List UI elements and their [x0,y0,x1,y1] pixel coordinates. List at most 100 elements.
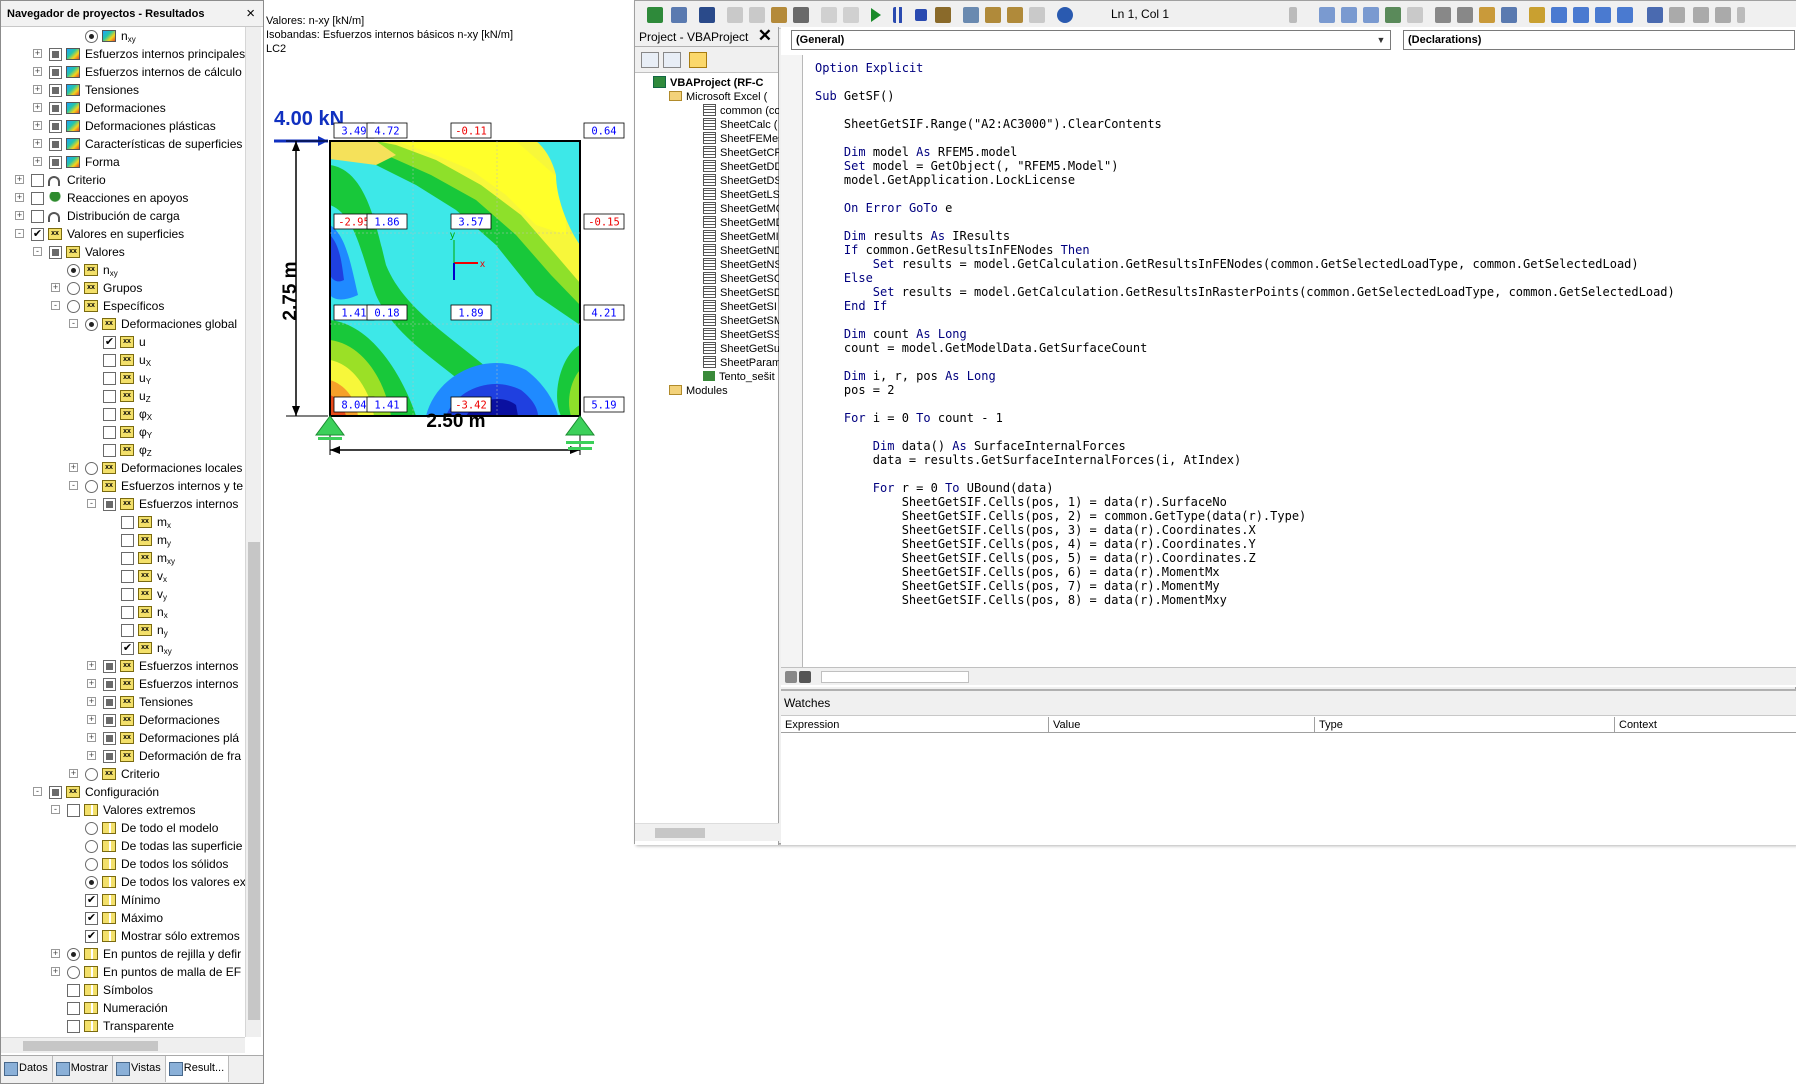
code-line[interactable]: Dim model As RFEM5.model [815,145,1796,159]
properties-icon[interactable] [985,7,1001,23]
expand-toggle-icon[interactable]: + [15,175,24,184]
expand-toggle-icon[interactable]: + [87,697,96,706]
list-properties-icon[interactable] [1319,7,1335,23]
expand-toggle-icon[interactable]: + [51,967,60,976]
hand-icon[interactable] [1529,7,1545,23]
radio-button[interactable] [67,966,80,979]
tools2-icon[interactable] [1669,7,1685,23]
checkbox[interactable] [121,552,134,565]
radio-button[interactable] [85,840,98,853]
complete-word-icon[interactable] [1407,7,1423,23]
tree-item[interactable]: xx mx [1,513,245,531]
radio-button-selected[interactable] [85,30,98,43]
tree-item[interactable]: xx nx [1,603,245,621]
toolbox-icon[interactable] [1029,7,1045,23]
tree-item[interactable]: + xx Deformaciones locales [1,459,245,477]
expand-toggle-icon[interactable]: + [15,193,24,202]
checkbox-partial[interactable] [49,120,62,133]
checkbox-checked[interactable]: ✔ [85,912,98,925]
code-line[interactable]: SheetGetSIF.Cells(pos, 1) = data(r).Surf… [815,495,1796,509]
expand-toggle-icon[interactable]: - [69,319,78,328]
margin-indicator-bar[interactable] [781,55,803,675]
checkbox-partial[interactable] [103,678,116,691]
watch-col-expression[interactable]: Expression [781,717,1049,733]
radio-button[interactable] [85,480,98,493]
insert-userform-icon[interactable] [671,7,687,23]
tree-item[interactable]: Numeración [1,999,245,1017]
tree-item[interactable]: xx ny [1,621,245,639]
list-constants-icon[interactable] [1341,7,1357,23]
code-line[interactable] [815,75,1796,89]
checkbox-partial[interactable] [103,750,116,763]
tree-item[interactable]: + Esfuerzos internos de cálculo [1,63,245,81]
expand-toggle-icon[interactable]: + [87,751,96,760]
code-line[interactable]: If common.GetResultsInFENodes Then [815,243,1796,257]
code-line[interactable]: SheetGetSIF.Cells(pos, 8) = data(r).Mome… [815,593,1796,607]
tree-item[interactable]: + Deformaciones [1,99,245,117]
code-line[interactable]: SheetGetSIF.Cells(pos, 6) = data(r).Mome… [815,565,1796,579]
tree-item[interactable]: xx φY [1,423,245,441]
redo-icon[interactable] [843,7,859,23]
checkbox-partial[interactable] [49,102,62,115]
checkbox-partial[interactable] [49,84,62,97]
procedure-view-icon[interactable] [785,671,797,683]
vertical-scrollbar[interactable] [245,27,261,1037]
checkbox[interactable] [121,606,134,619]
code-line[interactable]: SheetGetSIF.Cells(pos, 7) = data(r).Mome… [815,579,1796,593]
chevron-down-icon[interactable]: ▼ [1374,33,1388,47]
tree-item[interactable]: + xx Esfuerzos internos [1,675,245,693]
checkbox[interactable] [121,624,134,637]
checkbox[interactable] [103,408,116,421]
checkbox-checked[interactable]: ✔ [85,894,98,907]
code-line[interactable]: Set results = model.GetCalculation.GetRe… [815,285,1796,299]
code-line[interactable]: Option Explicit [815,61,1796,75]
checkbox-partial[interactable] [49,156,62,169]
checkbox[interactable] [67,1020,80,1033]
tree-item[interactable]: + xx Tensiones [1,693,245,711]
tree-item[interactable]: - ✔ xx Valores en superficies [1,225,245,243]
tree-item[interactable]: + xx Deformación de fra [1,747,245,765]
watch-col-value[interactable]: Value [1049,717,1315,733]
expand-toggle-icon[interactable]: - [33,247,42,256]
code-line[interactable] [815,397,1796,411]
checkbox[interactable] [103,444,116,457]
checkbox[interactable] [103,354,116,367]
tree-item[interactable]: + Esfuerzos internos principales [1,45,245,63]
horizontal-scrollbar[interactable] [821,671,969,683]
scrollbar-thumb[interactable] [248,542,260,1020]
full-module-view-icon[interactable] [799,671,811,683]
code-line[interactable]: SheetGetSIF.Cells(pos, 2) = common.GetTy… [815,509,1796,523]
expand-toggle-icon[interactable]: + [87,679,96,688]
radio-button[interactable] [67,282,80,295]
cut-icon[interactable] [727,7,743,23]
checkbox[interactable] [121,516,134,529]
code-line[interactable]: SheetGetSIF.Cells(pos, 4) = data(r).Coor… [815,537,1796,551]
checkbox-checked[interactable]: ✔ [103,336,116,349]
indent-icon[interactable] [1435,7,1451,23]
tree-item[interactable]: - xx Valores [1,243,245,261]
code-line[interactable]: Set results = model.GetCalculation.GetRe… [815,257,1796,271]
checkbox[interactable] [121,570,134,583]
tree-item[interactable]: + En puntos de rejilla y defir [1,945,245,963]
checkbox-checked[interactable]: ✔ [85,930,98,943]
folder-node[interactable]: +Modules [669,383,779,399]
tools4-icon[interactable] [1715,7,1731,23]
radio-button[interactable] [85,822,98,835]
checkbox-partial[interactable] [103,498,116,511]
toggle-breakpoint-icon[interactable] [1479,7,1495,23]
object-combo[interactable]: (General) ▼ [791,30,1391,50]
tree-item[interactable]: xx uZ [1,387,245,405]
code-line[interactable]: Dim data() As SurfaceInternalForces [815,439,1796,453]
tree-item[interactable]: - xx Específicos [1,297,245,315]
code-editor[interactable]: Option Explicit Sub GetSF() SheetGetSIF.… [815,61,1796,607]
code-line[interactable]: Dim count As Long [815,327,1796,341]
tree-item[interactable]: - xx Esfuerzos internos y te [1,477,245,495]
checkbox[interactable] [121,534,134,547]
tree-item[interactable]: Transparente [1,1017,245,1035]
code-line[interactable] [815,425,1796,439]
code-line[interactable]: For r = 0 To UBound(data) [815,481,1796,495]
tree-item[interactable]: xx vy [1,585,245,603]
tree-item[interactable]: xx vx [1,567,245,585]
tree-item[interactable]: + Características de superficies [1,135,245,153]
checkbox[interactable] [103,372,116,385]
